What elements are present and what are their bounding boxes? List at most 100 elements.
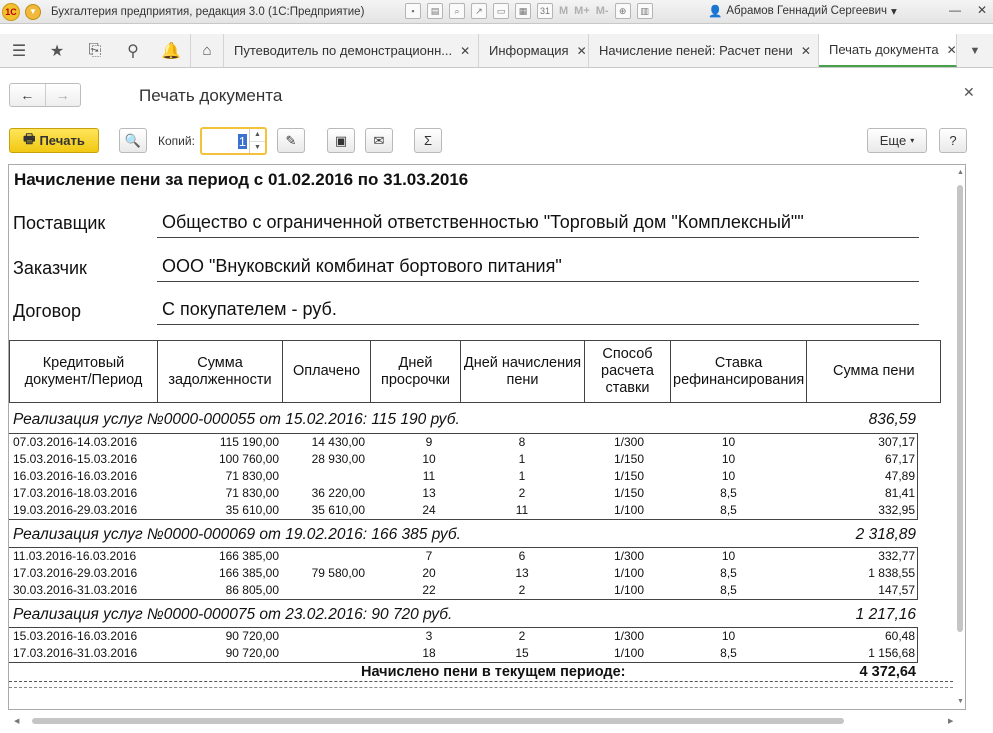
panel-icon[interactable]: ▥ [636,3,653,19]
notifications-bell-icon[interactable]: 🔔 [152,34,190,67]
user-menu[interactable]: 👤 Абрамов Геннадий Сергеевич ▾ [708,4,897,18]
save-icon[interactable]: ▪ [405,3,421,19]
calendar-icon[interactable]: 31 [537,3,553,19]
spin-up-icon[interactable]: ▲ [250,129,265,141]
tab-label: Печать документа [829,42,939,57]
sum-button[interactable]: Σ [414,128,442,153]
memory-m-button[interactable]: M [559,5,568,17]
window-title: Бухгалтерия предприятия, редакция 3.0 (1… [51,5,365,18]
horizontal-scroll-thumb[interactable] [32,718,844,724]
cell-sum: 332,77 [878,549,915,563]
cell-days-penalty: 2 [518,583,526,597]
col-header: Дней начисления пени [460,340,585,403]
preview-icon[interactable]: ⌕ [449,3,465,19]
cell-paid: 79 580,00 [311,566,365,580]
spreadsheet-document[interactable]: Начисление пени за период с 01.02.2016 п… [8,164,966,710]
cell-days-penalty: 8 [518,435,526,449]
page-title: Печать документа [139,86,283,105]
more-button[interactable]: Еще ▾ [867,128,927,153]
send-icon[interactable]: ↗ [471,3,487,19]
cell-days-penalty: 11 [515,503,529,517]
document-title: Начисление пени за период с 01.02.2016 п… [14,170,469,189]
col-header: Ставка рефинансирования [669,340,808,403]
table-row: 19.03.2016-29.03.2016 35 610,00 35 610,0… [9,502,917,519]
print-button-label: Печать [39,133,85,148]
copies-stepper[interactable]: ▲ ▼ [249,129,265,153]
table-row: 11.03.2016-16.03.2016 166 385,00 7 6 1/3… [9,548,917,565]
save-button[interactable]: ▣ [327,128,355,153]
cell-days: 7 [425,549,433,563]
scroll-down-icon[interactable]: ▼ [957,698,964,705]
cell-period: 15.03.2016-15.03.2016 [13,452,138,466]
email-button[interactable]: ✉ [365,128,393,153]
preview-button[interactable]: 🔍 [119,128,147,153]
chevron-down-icon: ▾ [891,6,897,18]
cell-days: 18 [422,646,436,660]
vertical-scrollbar[interactable]: ▲ ▼ [955,165,965,709]
home-icon[interactable]: ⌂ [190,34,224,67]
vertical-scroll-thumb[interactable] [957,185,963,632]
cell-days-penalty: 1 [518,452,526,466]
tabs-more-icon[interactable]: ▼ [957,34,993,67]
tab-penalty-calc[interactable]: Начисление пеней: Расчет пени ✕ [589,34,819,67]
cell-method: 1/100 [613,646,645,660]
cell-period: 07.03.2016-14.03.2016 [13,435,138,449]
tab-print-document[interactable]: Печать документа ✕ [819,34,957,67]
favorites-star-icon[interactable]: ★ [38,34,76,67]
close-window-icon[interactable]: ✕ [977,3,987,17]
print-icon[interactable]: ▤ [427,3,443,19]
minimize-icon[interactable]: — [949,3,961,17]
table-row: 16.03.2016-16.03.2016 71 830,00 11 1 1/1… [9,468,917,485]
zoom-icon[interactable]: ⊕ [614,3,631,19]
group-name: Реализация услуг №0000-000055 от 15.02.2… [13,411,460,428]
more-button-label: Еще [879,133,907,148]
close-icon[interactable]: ✕ [460,44,470,58]
search-icon[interactable]: ⚲ [114,34,152,67]
close-icon[interactable]: ✕ [577,44,587,58]
cell-days-penalty: 6 [518,549,526,563]
group-rows: 11.03.2016-16.03.2016 166 385,00 7 6 1/3… [9,547,918,600]
scroll-right-icon[interactable]: ▶ [948,717,953,725]
print-button[interactable]: 🖶 Печать [9,128,99,153]
cell-debt: 90 720,00 [225,646,279,660]
edit-button[interactable]: ✎ [277,128,305,153]
close-icon[interactable]: ✕ [801,44,811,58]
cell-debt: 86 805,00 [225,583,279,597]
table-row: 07.03.2016-14.03.2016 115 190,00 14 430,… [9,434,917,451]
total-value: 4 372,64 [859,664,916,680]
envelope-icon: ✉ [373,132,385,148]
tab-label: Начисление пеней: Расчет пени [599,43,793,58]
cell-method: 1/100 [613,503,645,517]
sections-menu-icon[interactable]: ☰ [0,34,38,67]
contract-label: Договор [13,301,81,321]
spin-down-icon[interactable]: ▼ [250,140,265,154]
forward-arrow-icon[interactable]: → [44,84,81,106]
cell-debt: 115 190,00 [219,435,279,449]
cell-days-penalty: 2 [518,629,526,643]
col-header: Оплачено [282,340,371,403]
close-icon[interactable]: ✕ [947,43,957,57]
tab-info[interactable]: Информация ✕ [479,34,589,67]
cell-method: 1/300 [613,549,645,563]
horizontal-scrollbar[interactable]: ◀ ▶ [8,716,966,726]
main-menu-icon[interactable]: ▼ [25,3,41,20]
supplier-value: Общество с ограниченной ответственностью… [157,211,919,238]
tab-guide[interactable]: Путеводитель по демонстрационн... ✕ [224,34,479,67]
scroll-left-icon[interactable]: ◀ [14,717,19,725]
close-form-icon[interactable]: ✕ [963,84,975,101]
group-rows: 15.03.2016-16.03.2016 90 720,00 3 2 1/30… [9,627,918,663]
memory-mminus-button[interactable]: M- [596,5,609,17]
cell-rate: 8,5 [720,486,737,500]
cell-rate: 8,5 [720,583,737,597]
calculator-icon[interactable]: ▦ [515,3,531,19]
attach-icon[interactable]: ▭ [493,3,509,19]
history-icon[interactable]: ⎘ [76,34,114,67]
copies-input[interactable]: 1 ▲ ▼ [200,127,267,155]
help-button[interactable]: ? [939,128,967,153]
page-break-divider [9,687,953,688]
scroll-up-icon[interactable]: ▲ [957,169,964,176]
memory-mplus-button[interactable]: M+ [574,5,590,17]
back-arrow-icon[interactable]: ← [10,84,45,106]
cell-sum: 332,95 [878,503,915,517]
col-header: Сумма пени [806,340,942,403]
